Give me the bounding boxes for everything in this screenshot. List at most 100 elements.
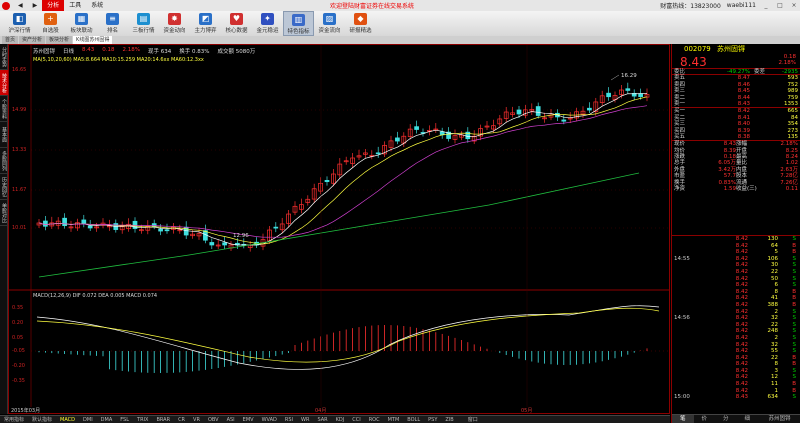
quote-bottom-tab-3[interactable]: 细: [737, 415, 759, 423]
toolbar-button-3[interactable]: ≡ 排名: [97, 11, 128, 36]
tick-row: 8.42 22 S: [672, 269, 800, 276]
tick-side: B: [792, 301, 796, 308]
close-icon[interactable]: ×: [790, 2, 798, 10]
tick-time: [672, 328, 702, 335]
indicator-tab-10[interactable]: OBV: [204, 417, 223, 423]
indicator-tab-1[interactable]: 默认指标: [28, 416, 56, 423]
candle-body: [222, 242, 227, 246]
tick-price: 8.42: [735, 367, 748, 374]
quote-code: 002079: [684, 45, 711, 53]
toolbar-button-7[interactable]: ♥ 核心数据: [221, 11, 252, 36]
kline-chart[interactable]: 16.29 12.96: [9, 45, 669, 407]
tick-row: 8.42 6 S: [672, 282, 800, 289]
tick-time: [672, 289, 702, 296]
chart-period[interactable]: 日线: [63, 47, 74, 55]
tick-price: 8.42: [735, 255, 748, 262]
indicator-tab-15[interactable]: WR: [297, 417, 313, 423]
page-tab-3[interactable]: K线图苏州固锝: [73, 36, 113, 44]
toolbar-label-4: 三板行情: [132, 28, 155, 34]
indicator-tab-20[interactable]: MTM: [384, 417, 404, 423]
quote-bottom-tab-0[interactable]: 笔: [672, 415, 694, 423]
side-tab-1[interactable]: 技术分析: [0, 70, 8, 96]
indicator-tab-19[interactable]: ROC: [365, 417, 384, 423]
indicator-tab-23[interactable]: ZIB: [441, 417, 457, 423]
indicator-tab-0[interactable]: 常用指标: [0, 416, 28, 423]
indicator-tab-9[interactable]: VR: [189, 417, 204, 423]
tick-volume: 1: [774, 387, 779, 394]
tick-side: B: [792, 295, 796, 302]
toolbar-icon-10: ▨: [323, 13, 336, 25]
indicator-tab-11[interactable]: ASI: [223, 417, 239, 423]
toolbar-label-3: 排名: [106, 28, 118, 34]
toolbar-button-9[interactable]: ▥ 特色指标: [283, 11, 314, 36]
side-tab-4[interactable]: 多股同列: [0, 148, 8, 174]
indicator-tab-21[interactable]: BOLL: [403, 417, 424, 423]
tick-row: 8.42 130 S: [672, 236, 800, 243]
side-tab-3[interactable]: 基本面: [0, 122, 8, 148]
tick-price: 8.42: [735, 321, 748, 328]
menu-item-analysis[interactable]: 分析: [42, 0, 65, 11]
indicator-tab-22[interactable]: PSY: [424, 417, 441, 423]
menu-nav-back-icon[interactable]: ◀: [13, 0, 28, 11]
toolbar-icon-1: +: [44, 13, 57, 25]
indicator-tab-12[interactable]: EMV: [239, 417, 258, 423]
tick-time: [672, 355, 702, 362]
toolbar-button-1[interactable]: + 自选股: [35, 11, 66, 36]
low-price-label: 12.96: [233, 233, 249, 239]
indicator-tab-2[interactable]: MACD: [56, 417, 79, 423]
quote-bottom-tabs: 笔价分细 苏州固锝: [672, 414, 800, 423]
tick-time: [672, 348, 702, 355]
indicator-tab-8[interactable]: CR: [174, 417, 189, 423]
side-tab-0[interactable]: 分时走势: [0, 44, 8, 70]
tick-volume: 5: [774, 249, 779, 256]
tick-volume: 8: [774, 288, 779, 295]
toolbar-button-5[interactable]: ✸ 资金动向: [159, 11, 190, 36]
page-tab-0[interactable]: 首页: [2, 36, 19, 44]
indicator-tab-3[interactable]: DMI: [79, 417, 97, 423]
indicator-tab-17[interactable]: KDJ: [332, 417, 349, 423]
quote-bottom-tab-1[interactable]: 价: [694, 415, 716, 423]
tick-price: 8.42: [735, 381, 748, 388]
page-tab-2[interactable]: 板块分析: [46, 36, 73, 44]
maximize-icon[interactable]: □: [776, 2, 784, 10]
tick-side: S: [792, 255, 797, 262]
indicator-tab-6[interactable]: TRIX: [133, 417, 152, 423]
tick-price: 8.42: [735, 354, 748, 361]
indicator-tab-13[interactable]: WVAD: [258, 417, 281, 423]
toolbar-button-2[interactable]: ▦ 板块联动: [66, 11, 97, 36]
tick-volume: 634: [767, 394, 779, 401]
menu-item-system[interactable]: 系统: [86, 0, 108, 11]
chart-price: 8.43: [82, 47, 95, 53]
tick-side: S: [792, 334, 797, 341]
side-tab-2[interactable]: 个股资料: [0, 96, 8, 122]
toolbar-button-8[interactable]: ✦ 金元稳运: [252, 11, 283, 36]
quote-bottom-tab-2[interactable]: 分: [715, 415, 737, 423]
tick-price: 8.42: [735, 315, 748, 322]
window-label[interactable]: 窗口: [464, 416, 482, 423]
indicator-tab-16[interactable]: SAR: [313, 417, 331, 423]
tick-side: S: [792, 374, 797, 381]
minimize-icon[interactable]: _: [762, 2, 770, 10]
tick-list[interactable]: 8.42 130 S 8.42 64 B 8.42 5 B 14:55 8.42 106 S 8.42 30…: [672, 235, 800, 413]
indicator-tab-14[interactable]: RSI: [281, 417, 297, 423]
indicator-tab-5[interactable]: FSL: [116, 417, 133, 423]
menu-item-tools[interactable]: 工具: [64, 0, 86, 11]
high-price-pointer: [610, 74, 620, 81]
menu-nav-forward-icon[interactable]: ▶: [28, 0, 43, 11]
toolbar-icon-5: ✸: [168, 13, 181, 25]
toolbar-button-10[interactable]: ▨ 资金流向: [314, 11, 345, 36]
kline-chart-panel[interactable]: 16.29 12.96 苏州固锝 日线 8.43 0.18 2.18% 现手 63…: [8, 44, 670, 414]
toolbar-button-0[interactable]: ◧ 沪深行情: [4, 11, 35, 36]
tick-volume: 2: [774, 334, 779, 341]
side-tab-6[interactable]: 单股对比: [0, 200, 8, 226]
indicator-tab-4[interactable]: DMA: [97, 417, 117, 423]
toolbar-button-11[interactable]: ◆ 研报精选: [345, 11, 376, 36]
indicator-tab-18[interactable]: CCI: [348, 417, 364, 423]
tick-price: 8.42: [735, 242, 748, 249]
toolbar-button-6[interactable]: ◩ 主力博弈: [190, 11, 221, 36]
indicator-tab-7[interactable]: BRAR: [152, 417, 174, 423]
page-tab-1[interactable]: 资产分析: [19, 36, 46, 44]
toolbar-button-4[interactable]: ▤ 三板行情: [128, 11, 159, 36]
side-tab-5[interactable]: 历史回忆: [0, 174, 8, 200]
chart-pct: 2.18%: [122, 47, 141, 53]
